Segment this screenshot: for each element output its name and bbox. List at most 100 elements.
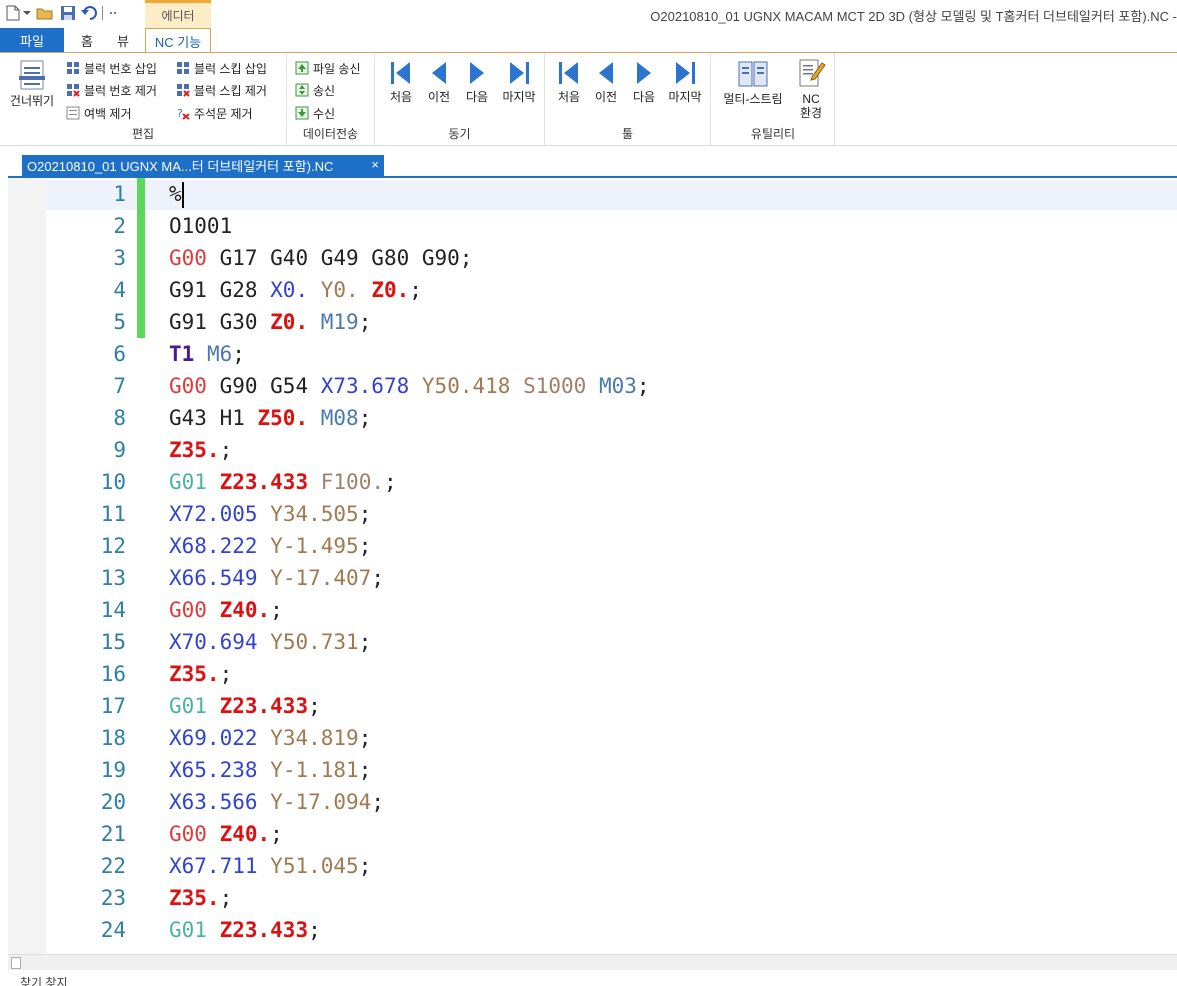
code-line[interactable]: 13 X66.549 Y-17.407;	[8, 562, 1177, 594]
line-number: 15	[100, 630, 126, 654]
tool-prev-button[interactable]: 이전	[588, 59, 624, 104]
code-token: G43 H1	[169, 406, 258, 430]
nc-settings-label-2: 환경	[799, 106, 823, 120]
group-utility-label-text: 유틸리티	[750, 127, 796, 141]
more-icon[interactable]	[108, 4, 118, 22]
code-token: ;	[270, 822, 283, 846]
tab-view[interactable]: 뷰	[110, 28, 136, 52]
tab-home[interactable]: 홈	[74, 28, 100, 52]
document-lines-icon	[18, 59, 46, 94]
code-token: ;	[358, 534, 372, 558]
code-token: Y34.505	[270, 502, 359, 526]
tool-last-button[interactable]: 마지막	[663, 59, 707, 104]
code-line[interactable]: 6 T1 M6;	[8, 338, 1177, 370]
save-icon[interactable]	[59, 4, 77, 22]
horizontal-scrollbar[interactable]	[8, 954, 1177, 970]
multi-stream-button[interactable]: 멀티-스트림	[717, 59, 789, 106]
next-icon	[631, 59, 657, 90]
code-line[interactable]: 3 G00 G17 G40 G49 G80 G90;	[8, 242, 1177, 274]
remove-comment-button[interactable]: ? 주석문 제거	[176, 103, 253, 123]
remove-whitespace-button[interactable]: 여백 제거	[66, 103, 132, 123]
group-utility: 멀티-스트림 NC 환경 유틸리티	[711, 53, 835, 145]
previous-icon	[426, 59, 452, 90]
code-line[interactable]: 17 G01 Z23.433;	[8, 690, 1177, 722]
code-line[interactable]: 11 X72.005 Y34.505;	[8, 498, 1177, 530]
code-token: Y-17.094	[270, 790, 372, 814]
code-line[interactable]: 16 Z35.;	[8, 658, 1177, 690]
code-token: ;	[270, 598, 283, 622]
code-line[interactable]: 14 G00 Z40.;	[8, 594, 1177, 626]
remove-block-number-button[interactable]: 블럭 번호 제거	[66, 80, 157, 100]
code-line[interactable]: 1%	[8, 178, 1177, 210]
tab-nc-functions[interactable]: NC 기능	[145, 28, 211, 53]
tool-first-button[interactable]: 처음	[551, 59, 587, 104]
code-line[interactable]: 4 G91 G28 X0. Y0. Z0.;	[8, 274, 1177, 306]
code-text: X66.549 Y-17.407;	[169, 562, 384, 594]
skip-last-icon	[672, 59, 698, 90]
send-button[interactable]: 송신	[295, 80, 335, 100]
send-file-button[interactable]: 파일 송신	[295, 58, 361, 78]
code-line[interactable]: 23 Z35.;	[8, 882, 1177, 914]
tab-file[interactable]: 파일	[0, 28, 64, 52]
chevron-down-icon[interactable]	[22, 4, 32, 22]
code-line[interactable]: 21 G00 Z40.;	[8, 818, 1177, 850]
open-folder-icon[interactable]	[36, 4, 54, 22]
code-line[interactable]: 2 O1001	[8, 210, 1177, 242]
document-tab-bar: O20210810_01 UGNX MA...터 더브테일커터 포함).NC ×	[0, 146, 1177, 176]
sync-last-button[interactable]: 마지막	[497, 59, 541, 104]
remove-whitespace-label: 여백 제거	[84, 106, 132, 121]
code-text: X72.005 Y34.505;	[169, 498, 371, 530]
sync-first-button[interactable]: 처음	[383, 59, 419, 104]
undo-icon[interactable]	[81, 4, 99, 22]
document-tab[interactable]: O20210810_01 UGNX MA...터 더브테일커터 포함).NC ×	[22, 155, 384, 176]
code-line[interactable]: 18 X69.022 Y34.819;	[8, 722, 1177, 754]
skip-first-icon	[388, 59, 414, 90]
code-line[interactable]: 9 Z35.;	[8, 434, 1177, 466]
settings-document-icon	[796, 57, 826, 92]
code-line[interactable]: 5 G91 G30 Z0. M19;	[8, 306, 1177, 338]
block-number-icon	[66, 61, 80, 75]
code-line[interactable]: 12 X68.222 Y-1.495;	[8, 530, 1177, 562]
line-number: 5	[113, 310, 126, 334]
code-line[interactable]: 22 X67.711 Y51.045;	[8, 850, 1177, 882]
code-line[interactable]: 15 X70.694 Y50.731;	[8, 626, 1177, 658]
sync-prev-button[interactable]: 이전	[421, 59, 457, 104]
tool-next-label: 다음	[632, 90, 656, 104]
code-text: X65.238 Y-1.181;	[169, 754, 371, 786]
remove-block-skip-button[interactable]: 블럭 스킵 제거	[176, 80, 267, 100]
code-token: Z0.	[270, 310, 309, 334]
tool-next-button[interactable]: 다음	[626, 59, 662, 104]
code-line[interactable]: 20 X63.566 Y-17.094;	[8, 786, 1177, 818]
code-token: ;	[358, 758, 372, 782]
svg-text:?: ?	[177, 107, 183, 120]
code-line[interactable]: 8 G43 H1 Z50. M08;	[8, 402, 1177, 434]
code-line[interactable]: 24 G01 Z23.433;	[8, 914, 1177, 946]
insert-block-number-button[interactable]: 블럭 번호 삽입	[66, 58, 157, 78]
line-number: 21	[100, 822, 126, 846]
code-editor[interactable]: 1% 2 O1001 3 G00 G17 G40 G49 G80 G90; 4 G91 G2…	[8, 176, 1177, 954]
context-tab-editor: 에디터	[145, 0, 211, 28]
code-line[interactable]: 7 G00 G90 G54 X73.678 Y50.418 S1000 M03;	[8, 370, 1177, 402]
skip-button[interactable]: 건너뛰기	[6, 59, 58, 108]
sync-next-label: 다음	[465, 90, 489, 104]
code-token: Y-1.181	[270, 758, 359, 782]
scrollbar-thumb[interactable]	[11, 957, 21, 969]
group-tool: 처음 이전 다음 마지막 툴	[545, 53, 711, 145]
insert-block-skip-button[interactable]: 블럭 스킵 삽입	[176, 58, 267, 78]
nc-settings-button[interactable]: NC 환경	[791, 57, 831, 120]
text-caret	[181, 182, 184, 208]
close-icon[interactable]: ×	[371, 157, 379, 172]
code-token: G00	[169, 246, 207, 270]
code-line[interactable]: 19 X65.238 Y-1.181;	[8, 754, 1177, 786]
app-window: { "window": { "title": "O20210810_01 UGN…	[0, 0, 1177, 986]
code-token: Z23.433	[219, 918, 309, 942]
sync-next-button[interactable]: 다음	[459, 59, 495, 104]
code-line[interactable]: 10 G01 Z23.433 F100.;	[8, 466, 1177, 498]
code-token: X0.	[270, 278, 309, 302]
receive-button[interactable]: 수신	[295, 103, 335, 123]
new-file-icon[interactable]	[4, 4, 22, 22]
code-token: ;	[358, 726, 372, 750]
